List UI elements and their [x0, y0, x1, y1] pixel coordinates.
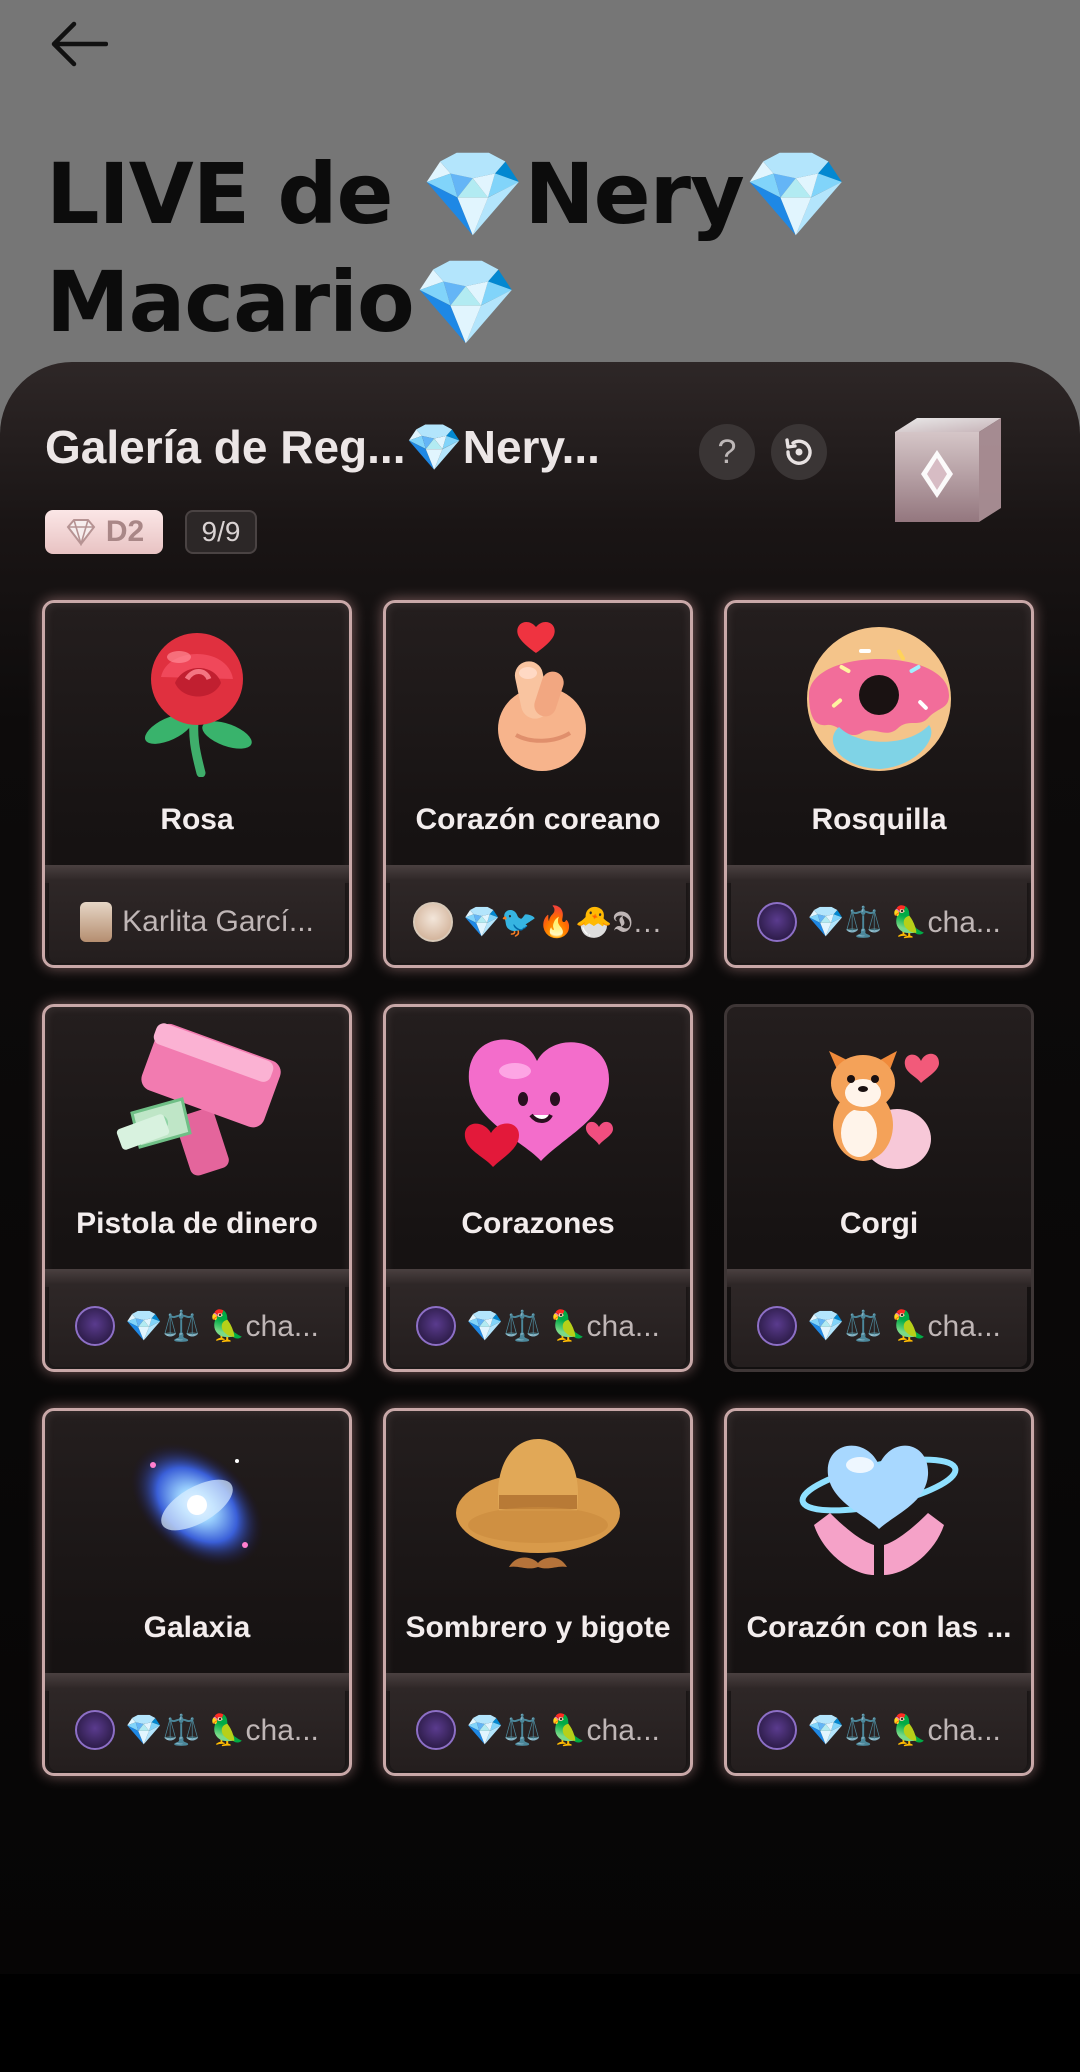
- gallery-title: Galería de Reg...💎Nery...: [45, 421, 600, 473]
- sender-name: 💎🐦🔥🐣𝕯j...: [463, 905, 663, 939]
- donut-icon: [727, 617, 1031, 777]
- avatar: [75, 1306, 116, 1346]
- back-button[interactable]: [44, 14, 114, 74]
- money-gun-icon: [45, 1021, 349, 1181]
- live-header: LIVE de 💎Nery💎 Macario💎: [0, 0, 1080, 380]
- diamond-icon: [66, 519, 96, 546]
- level-label: D2: [105, 515, 145, 548]
- gift-card[interactable]: Corazones 💎⚖️ 🦜cha...: [383, 1004, 693, 1372]
- collected-count: 9/9: [185, 510, 257, 554]
- sender-name: Karlita Garcí...: [122, 905, 314, 938]
- hat-mustache-icon: [386, 1425, 690, 1585]
- history-button[interactable]: [771, 424, 827, 480]
- card-sender: 💎⚖️ 🦜cha...: [49, 1285, 345, 1367]
- gift-card[interactable]: Corazón con las ... 💎⚖️ 🦜cha...: [724, 1408, 1034, 1776]
- sender-name: 💎⚖️ 🦜cha...: [807, 1309, 1001, 1343]
- rose-icon: [45, 617, 349, 777]
- gift-card[interactable]: Rosquilla 💎⚖️ 🦜cha...: [724, 600, 1034, 968]
- rotate-history-icon: [785, 438, 812, 465]
- diamond-cube-icon[interactable]: [875, 410, 1013, 540]
- avatar: [75, 1710, 116, 1750]
- card-sender: 💎⚖️ 🦜cha...: [390, 1285, 686, 1367]
- finger-heart-icon: [386, 617, 690, 777]
- gift-name: Rosquilla: [811, 803, 947, 836]
- heart-in-hands-icon: [727, 1425, 1031, 1585]
- sender-name: 💎⚖️ 🦜cha...: [466, 1713, 660, 1747]
- card-sender: 💎⚖️ 🦜cha...: [731, 881, 1027, 963]
- level-badge: D2: [45, 510, 163, 554]
- gift-card[interactable]: Rosa Karlita Garcí...: [42, 600, 352, 968]
- sender-name: 💎⚖️ 🦜cha...: [125, 1309, 319, 1343]
- gift-card[interactable]: Corgi 💎⚖️ 🦜cha...: [724, 1004, 1034, 1372]
- card-sender: 💎⚖️ 🦜cha...: [731, 1285, 1027, 1367]
- gift-name: Sombrero y bigote: [405, 1611, 671, 1644]
- gift-grid: Rosa Karlita Garcí... Corazón coreano 💎🐦…: [42, 600, 1042, 1776]
- avatar: [757, 902, 798, 942]
- sender-name: 💎⚖️ 🦜cha...: [466, 1309, 660, 1343]
- avatar: [413, 902, 453, 942]
- live-title: LIVE de 💎Nery💎 Macario💎: [46, 145, 848, 351]
- gift-name: Corazones: [461, 1207, 615, 1240]
- question-icon: ?: [717, 432, 737, 471]
- card-sender: 💎⚖️ 🦜cha...: [390, 1689, 686, 1771]
- sender-name: 💎⚖️ 🦜cha...: [807, 1713, 1001, 1747]
- gift-name: Corazón coreano: [415, 803, 661, 836]
- help-button[interactable]: ?: [699, 424, 755, 480]
- card-sender: Karlita Garcí...: [49, 881, 345, 963]
- avatar: [757, 1306, 798, 1346]
- gift-name: Rosa: [160, 803, 234, 836]
- gift-card[interactable]: Galaxia 💎⚖️ 🦜cha...: [42, 1408, 352, 1776]
- card-sender: 💎🐦🔥🐣𝕯j...: [390, 881, 686, 963]
- card-sender: 💎⚖️ 🦜cha...: [731, 1689, 1027, 1771]
- gift-name: Corazón con las ...: [746, 1611, 1012, 1644]
- gift-card[interactable]: Sombrero y bigote 💎⚖️ 🦜cha...: [383, 1408, 693, 1776]
- arrow-left-icon: [51, 21, 108, 67]
- avatar: [80, 902, 113, 942]
- sender-name: 💎⚖️ 🦜cha...: [807, 905, 1001, 939]
- gift-name: Pistola de dinero: [76, 1207, 318, 1240]
- gift-name: Galaxia: [143, 1611, 251, 1644]
- avatar: [416, 1306, 457, 1346]
- gift-card[interactable]: Corazón coreano 💎🐦🔥🐣𝕯j...: [383, 600, 693, 968]
- gift-gallery-sheet: Galería de Reg...💎Nery... ? D2 9/9 Rosa …: [0, 362, 1080, 1974]
- card-sender: 💎⚖️ 🦜cha...: [49, 1689, 345, 1771]
- corgi-icon: [727, 1021, 1031, 1181]
- galaxy-icon: [45, 1425, 349, 1585]
- avatar: [757, 1710, 798, 1750]
- bottom-bar: [0, 1974, 1080, 2072]
- gift-name: Corgi: [839, 1207, 919, 1240]
- hearts-icon: [386, 1021, 690, 1181]
- avatar: [416, 1710, 457, 1750]
- gift-card[interactable]: Pistola de dinero 💎⚖️ 🦜cha...: [42, 1004, 352, 1372]
- sender-name: 💎⚖️ 🦜cha...: [125, 1713, 319, 1747]
